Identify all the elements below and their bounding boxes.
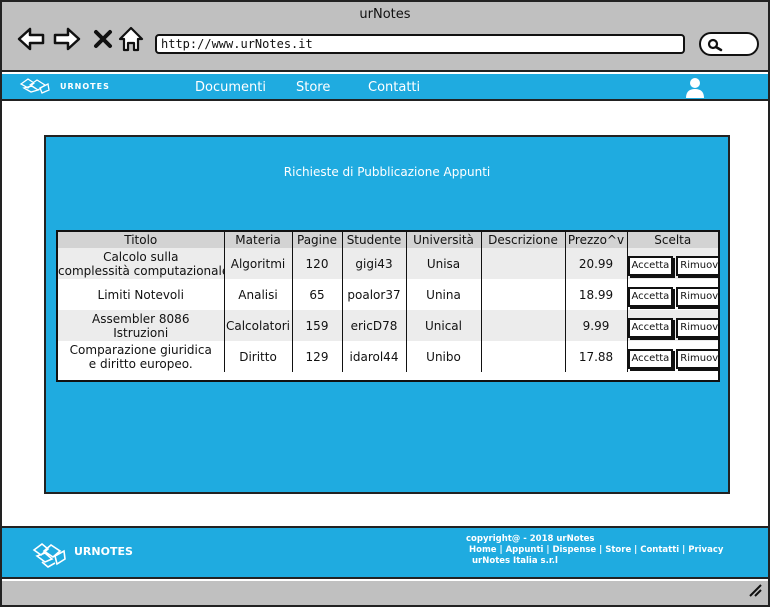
remove-button[interactable]: Rimuovi	[676, 348, 718, 369]
titolo-line-1: Assembler 8086	[92, 311, 190, 326]
cell-studente: idarol44	[342, 341, 407, 372]
requests-table: Titolo Materia Pagine Studente Universit…	[56, 230, 720, 382]
cell-titolo: Limiti Notevoli	[58, 279, 225, 310]
titolo-line-1: Calcolo sulla	[103, 249, 179, 264]
cell-universita: Unisa	[406, 248, 482, 279]
window-title: urNotes	[359, 7, 411, 22]
table-row: Comparazione giuridica e diritto europeo.…	[58, 341, 718, 372]
page-footer: URNOTES copyright@ - 2018 urNotes Home |…	[2, 526, 768, 579]
browser-chrome: urNotes http://www.urNotes.it	[2, 2, 768, 72]
nav-link-contatti[interactable]: Contatti	[368, 80, 420, 95]
browser-status-bar	[2, 581, 768, 605]
cell-studente: ericD78	[342, 310, 407, 341]
cell-scelta: Accetta Rimuovi	[627, 341, 718, 372]
cell-materia: Calcolatori	[224, 310, 293, 341]
cell-descrizione	[481, 310, 566, 341]
cell-prezzo: 17.88	[565, 341, 628, 372]
footer-brand: URNOTES	[74, 545, 133, 558]
nav-link-store[interactable]: Store	[296, 80, 330, 95]
accept-button[interactable]: Accetta	[627, 317, 674, 338]
table-row: Calcolo sulla complessità computazionale …	[58, 248, 718, 279]
cell-materia: Diritto	[224, 341, 293, 372]
table-header-row: Titolo Materia Pagine Studente Universit…	[58, 232, 718, 248]
publication-requests-panel: Richieste di Pubblicazione Appunti Titol…	[44, 135, 730, 494]
cell-pagine: 129	[292, 341, 343, 372]
titolo-line-2: complessità computazionale	[58, 263, 224, 278]
footer-copyright: copyright@ - 2018 urNotes	[466, 534, 595, 544]
footer-links[interactable]: Home | Appunti | Dispense | Store | Cont…	[469, 545, 723, 555]
page-title: Richieste di Pubblicazione Appunti	[283, 165, 491, 179]
cell-pagine: 159	[292, 310, 343, 341]
urnotes-logo-icon[interactable]	[18, 76, 52, 100]
url-input[interactable]: http://www.urNotes.it	[155, 34, 685, 54]
cell-materia: Analisi	[224, 279, 293, 310]
titolo-line-2: e diritto europeo.	[88, 356, 193, 371]
table-row: Limiti Notevoli Analisi 65 poalor37 Unin…	[58, 279, 718, 310]
forward-arrow-icon[interactable]	[52, 24, 82, 54]
cell-studente: gigi43	[342, 248, 407, 279]
back-arrow-icon[interactable]	[16, 24, 46, 54]
accept-button[interactable]: Accetta	[627, 255, 674, 276]
remove-button[interactable]: Rimuovi	[676, 286, 718, 307]
close-x-icon[interactable]	[88, 24, 118, 54]
cell-prezzo: 20.99	[565, 248, 628, 279]
cell-pagine: 120	[292, 248, 343, 279]
nav-link-documenti[interactable]: Documenti	[195, 80, 266, 95]
urnotes-logo-icon	[30, 540, 68, 574]
cell-descrizione	[481, 341, 566, 372]
remove-button[interactable]: Rimuovi	[676, 317, 718, 338]
column-header-descrizione[interactable]: Descrizione	[481, 232, 566, 248]
column-header-scelta: Scelta	[627, 232, 718, 248]
cell-scelta: Accetta Rimuovi	[627, 310, 718, 341]
user-icon[interactable]	[685, 77, 705, 103]
cell-scelta: Accetta Rimuovi	[627, 248, 718, 279]
cell-descrizione	[481, 279, 566, 310]
accept-button[interactable]: Accetta	[627, 286, 674, 307]
column-header-universita[interactable]: Università	[406, 232, 482, 248]
column-header-studente[interactable]: Studente	[342, 232, 407, 248]
titolo-line-1: Comparazione giuridica	[69, 342, 212, 357]
remove-button[interactable]: Rimuovi	[676, 255, 718, 276]
navbar-brand[interactable]: URNOTES	[60, 82, 110, 91]
cell-prezzo: 18.99	[565, 279, 628, 310]
column-header-prezzo[interactable]: Prezzo^v	[565, 232, 628, 248]
footer-company: urNotes Italia s.r.l	[472, 556, 558, 566]
column-header-pagine[interactable]: Pagine	[292, 232, 343, 248]
cell-universita: Unical	[406, 310, 482, 341]
cell-titolo: Assembler 8086 Istruzioni	[58, 310, 225, 341]
cell-pagine: 65	[292, 279, 343, 310]
browser-window: urNotes http://www.urNotes.it URNOTES Do…	[0, 0, 770, 607]
cell-scelta: Accetta Rimuovi	[627, 279, 718, 310]
cell-materia: Algoritmi	[224, 248, 293, 279]
accept-button[interactable]: Accetta	[627, 348, 674, 369]
cell-titolo: Comparazione giuridica e diritto europeo.	[58, 341, 225, 372]
cell-descrizione	[481, 248, 566, 279]
table-row: Assembler 8086 Istruzioni Calcolatori 159…	[58, 310, 718, 341]
search-field[interactable]	[699, 32, 759, 56]
titolo-line-2: Istruzioni	[113, 325, 169, 340]
cell-universita: Unina	[406, 279, 482, 310]
titolo-line-1: Limiti Notevoli	[97, 287, 184, 302]
column-header-titolo[interactable]: Titolo	[58, 232, 225, 248]
cell-universita: Unibo	[406, 341, 482, 372]
home-icon[interactable]	[116, 24, 146, 54]
cell-studente: poalor37	[342, 279, 407, 310]
column-header-materia[interactable]: Materia	[224, 232, 293, 248]
top-navbar: URNOTES Documenti Store Contatti	[2, 74, 768, 101]
search-icon	[707, 38, 723, 52]
cell-prezzo: 9.99	[565, 310, 628, 341]
resize-grip-icon[interactable]	[748, 582, 762, 601]
cell-titolo: Calcolo sulla complessità computazionale	[58, 248, 225, 279]
